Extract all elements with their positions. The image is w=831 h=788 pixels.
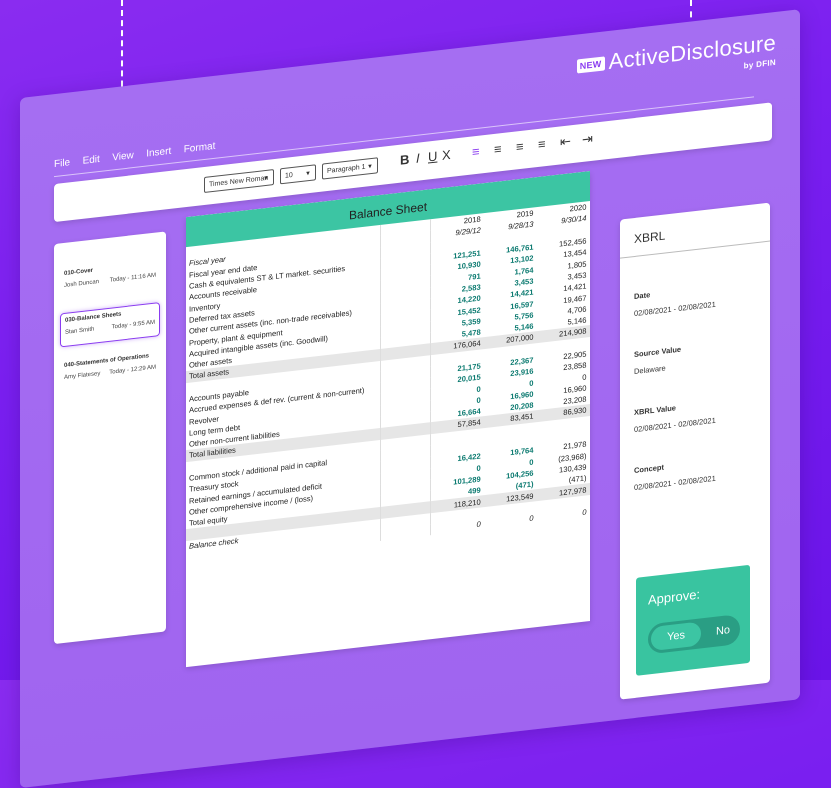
brand-logo: NEW ActiveDisclosure by DFIN [576,30,776,79]
field-value: 02/08/2021 - 02/08/2021 [634,415,716,435]
xbrl-field-value: XBRL Value 02/08/2021 - 02/08/2021 [634,399,716,434]
menu-edit[interactable]: Edit [83,154,100,167]
align-right-icon[interactable]: ≡ [516,139,524,155]
balance-sheet-table: 2018 2019 2020 Fiscal year 9/29/12 9/28/13… [186,201,590,564]
document-user: Stan Smith [65,326,95,336]
indent-icon[interactable]: ⇥ [582,131,593,148]
outdent-icon[interactable]: ⇤ [560,133,571,150]
approve-card: Approve: Yes No [636,564,750,676]
document-item[interactable]: 010-Cover Josh Duncan Today - 11:16 AM [60,256,160,301]
xbrl-field-date: Date 02/08/2021 - 02/08/2021 [634,283,716,318]
document-time: Today - 9:55 AM [111,319,155,331]
font-family-value: Times New Roman [209,174,269,189]
field-value: Delaware [634,363,666,377]
chevron-down-icon: ▼ [305,170,311,178]
chevron-down-icon: ▼ [367,163,373,171]
chevron-down-icon: ▼ [263,175,269,183]
align-justify-icon[interactable]: ≡ [538,136,546,152]
field-label: Date [634,290,651,302]
field-value: 02/08/2021 - 02/08/2021 [634,473,716,493]
field-label: Source Value [634,344,682,360]
document-time: Today - 11:16 AM [109,272,156,284]
clear-format-button[interactable]: X [442,147,451,163]
brand-byline: by DFIN [743,57,776,71]
approve-toggle[interactable]: Yes No [648,613,740,655]
field-value: 02/08/2021 - 02/08/2021 [634,299,716,319]
app-window: NEW ActiveDisclosure by DFIN File Edit Vi… [20,9,800,788]
document-user: Amy Flatesey [64,370,101,381]
no-option[interactable]: No [716,615,730,647]
xbrl-field-source: Source Value Delaware [634,345,681,376]
approve-label: Approve: [648,586,701,608]
document-time: Today - 12:29 AM [109,364,156,376]
yes-option[interactable]: Yes [651,621,701,652]
field-label: XBRL Value [634,403,676,418]
underline-button[interactable]: U [428,148,437,164]
paragraph-style-select[interactable]: Paragraph 1 ▼ [322,157,378,180]
document-item[interactable]: 040-Statements of Operations Amy Flatese… [60,348,160,393]
document-list: 010-Cover Josh Duncan Today - 11:16 AM 03… [54,231,166,645]
font-family-select[interactable]: Times New Roman ▼ [204,169,274,194]
new-badge: NEW [576,56,605,74]
bold-button[interactable]: B [400,152,409,168]
field-label: Concept [634,462,664,476]
menu-insert[interactable]: Insert [146,146,171,160]
font-size-value: 10 [285,171,293,180]
menu-file[interactable]: File [54,157,70,170]
align-center-icon[interactable]: ≡ [494,141,502,157]
italic-button[interactable]: I [416,150,420,165]
paragraph-style-value: Paragraph 1 [327,163,366,176]
xbrl-title: XBRL [620,202,770,259]
align-left-icon[interactable]: ≡ [472,144,480,160]
menu-format[interactable]: Format [184,141,216,156]
menu-view[interactable]: View [112,150,134,163]
font-size-select[interactable]: 10 ▼ [280,164,316,185]
xbrl-field-concept: Concept 02/08/2021 - 02/08/2021 [634,457,716,492]
xbrl-panel: XBRL Date 02/08/2021 - 02/08/2021 Source… [620,202,770,700]
document-item-active[interactable]: 030-Balance Sheets Stan Smith Today - 9:5… [60,302,160,348]
document-user: Josh Duncan [64,278,100,289]
balance-sheet-document[interactable]: Balance Sheet 2018 2019 2020 Fiscal year… [186,171,590,668]
